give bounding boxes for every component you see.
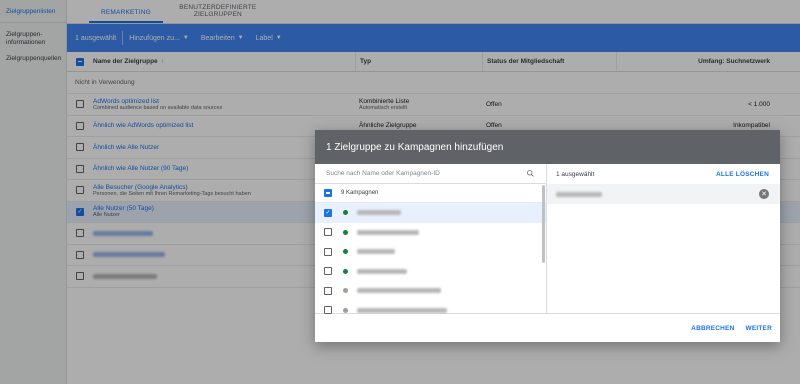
select-all-campaigns-checkbox[interactable] xyxy=(324,189,332,197)
status-enabled-dot-icon xyxy=(343,229,348,235)
selected-campaign-item: ✕ xyxy=(547,184,780,204)
campaign-search-input[interactable] xyxy=(326,170,516,177)
campaign-item[interactable] xyxy=(315,223,546,243)
campaign-item[interactable]: ✓ xyxy=(315,203,546,223)
selected-campaigns-pane: 1 ausgewählt ALLE LÖSCHEN ✕ xyxy=(547,164,780,313)
status-paused-dot-icon xyxy=(343,288,348,294)
add-to-campaigns-dialog: 1 Zielgruppe zu Kampagnen hinzufügen 9 K… xyxy=(315,130,780,342)
dialog-body: 9 Kampagnen ✓ xyxy=(315,164,780,314)
selected-header: 1 ausgewählt ALLE LÖSCHEN xyxy=(547,164,780,184)
campaign-checkbox[interactable] xyxy=(324,228,332,237)
status-enabled-dot-icon xyxy=(343,210,348,216)
campaign-checkbox[interactable] xyxy=(324,306,332,314)
dialog-selected-count: 1 ausgewählt xyxy=(556,170,595,178)
redacted-campaign-name xyxy=(357,307,447,313)
redacted-campaign-name xyxy=(357,210,401,216)
campaign-count: 9 Kampagnen xyxy=(341,190,379,196)
redacted-selected-campaign-name xyxy=(556,191,602,197)
campaign-item[interactable] xyxy=(315,281,546,301)
campaign-search-bar xyxy=(315,164,546,184)
dialog-footer: ABBRECHEN WEITER xyxy=(315,314,780,342)
status-enabled-dot-icon xyxy=(343,268,348,274)
redacted-campaign-name xyxy=(357,288,441,294)
campaign-list-scrollbar[interactable] xyxy=(542,185,545,263)
campaign-checkbox-checked[interactable]: ✓ xyxy=(324,208,332,217)
campaign-item[interactable] xyxy=(315,242,546,262)
redacted-campaign-name xyxy=(357,249,395,255)
redacted-campaign-name xyxy=(357,268,407,274)
clear-all-button[interactable]: ALLE LÖSCHEN xyxy=(716,171,769,178)
campaign-checkbox[interactable] xyxy=(324,267,332,276)
campaign-item[interactable] xyxy=(315,301,546,314)
campaign-checkbox[interactable] xyxy=(324,247,332,256)
status-enabled-dot-icon xyxy=(343,249,348,255)
next-button[interactable]: WEITER xyxy=(746,325,772,332)
status-paused-dot-icon xyxy=(343,307,348,313)
redacted-campaign-name xyxy=(357,229,419,235)
campaign-item[interactable] xyxy=(315,262,546,282)
remove-icon[interactable]: ✕ xyxy=(759,189,769,199)
campaign-picker: 9 Kampagnen ✓ xyxy=(315,164,547,314)
campaign-checkbox[interactable] xyxy=(324,286,332,295)
campaign-list-header: 9 Kampagnen xyxy=(315,184,546,203)
cancel-button[interactable]: ABBRECHEN xyxy=(691,325,734,332)
search-icon[interactable] xyxy=(526,169,535,178)
dialog-title: 1 Zielgruppe zu Kampagnen hinzufügen xyxy=(315,130,780,164)
